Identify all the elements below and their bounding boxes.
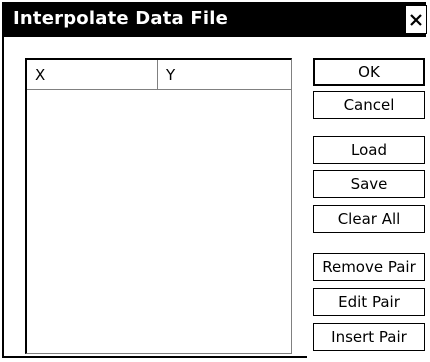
data-pairs-list[interactable]: X Y (25, 58, 292, 354)
clear-all-button[interactable]: Clear All (313, 205, 425, 233)
frame-border-bottom (2, 356, 307, 358)
close-button[interactable] (405, 5, 427, 34)
edit-pair-button[interactable]: Edit Pair (313, 288, 425, 316)
remove-pair-button[interactable]: Remove Pair (313, 253, 425, 281)
load-button[interactable]: Load (313, 136, 425, 164)
column-header-x[interactable]: X (27, 60, 158, 89)
dialog-title: Interpolate Data File (13, 8, 228, 29)
insert-pair-button[interactable]: Insert Pair (313, 323, 425, 351)
ok-button[interactable]: OK (313, 58, 425, 86)
interpolate-data-file-dialog: Interpolate Data File X Y OK Cancel Load… (0, 0, 430, 362)
close-icon (410, 13, 422, 26)
list-header: X Y (27, 60, 291, 90)
column-header-y[interactable]: Y (158, 60, 291, 89)
save-button[interactable]: Save (313, 170, 425, 198)
title-bar[interactable]: Interpolate Data File (2, 2, 427, 37)
frame-border-left (2, 37, 4, 357)
cancel-button[interactable]: Cancel (313, 91, 425, 119)
